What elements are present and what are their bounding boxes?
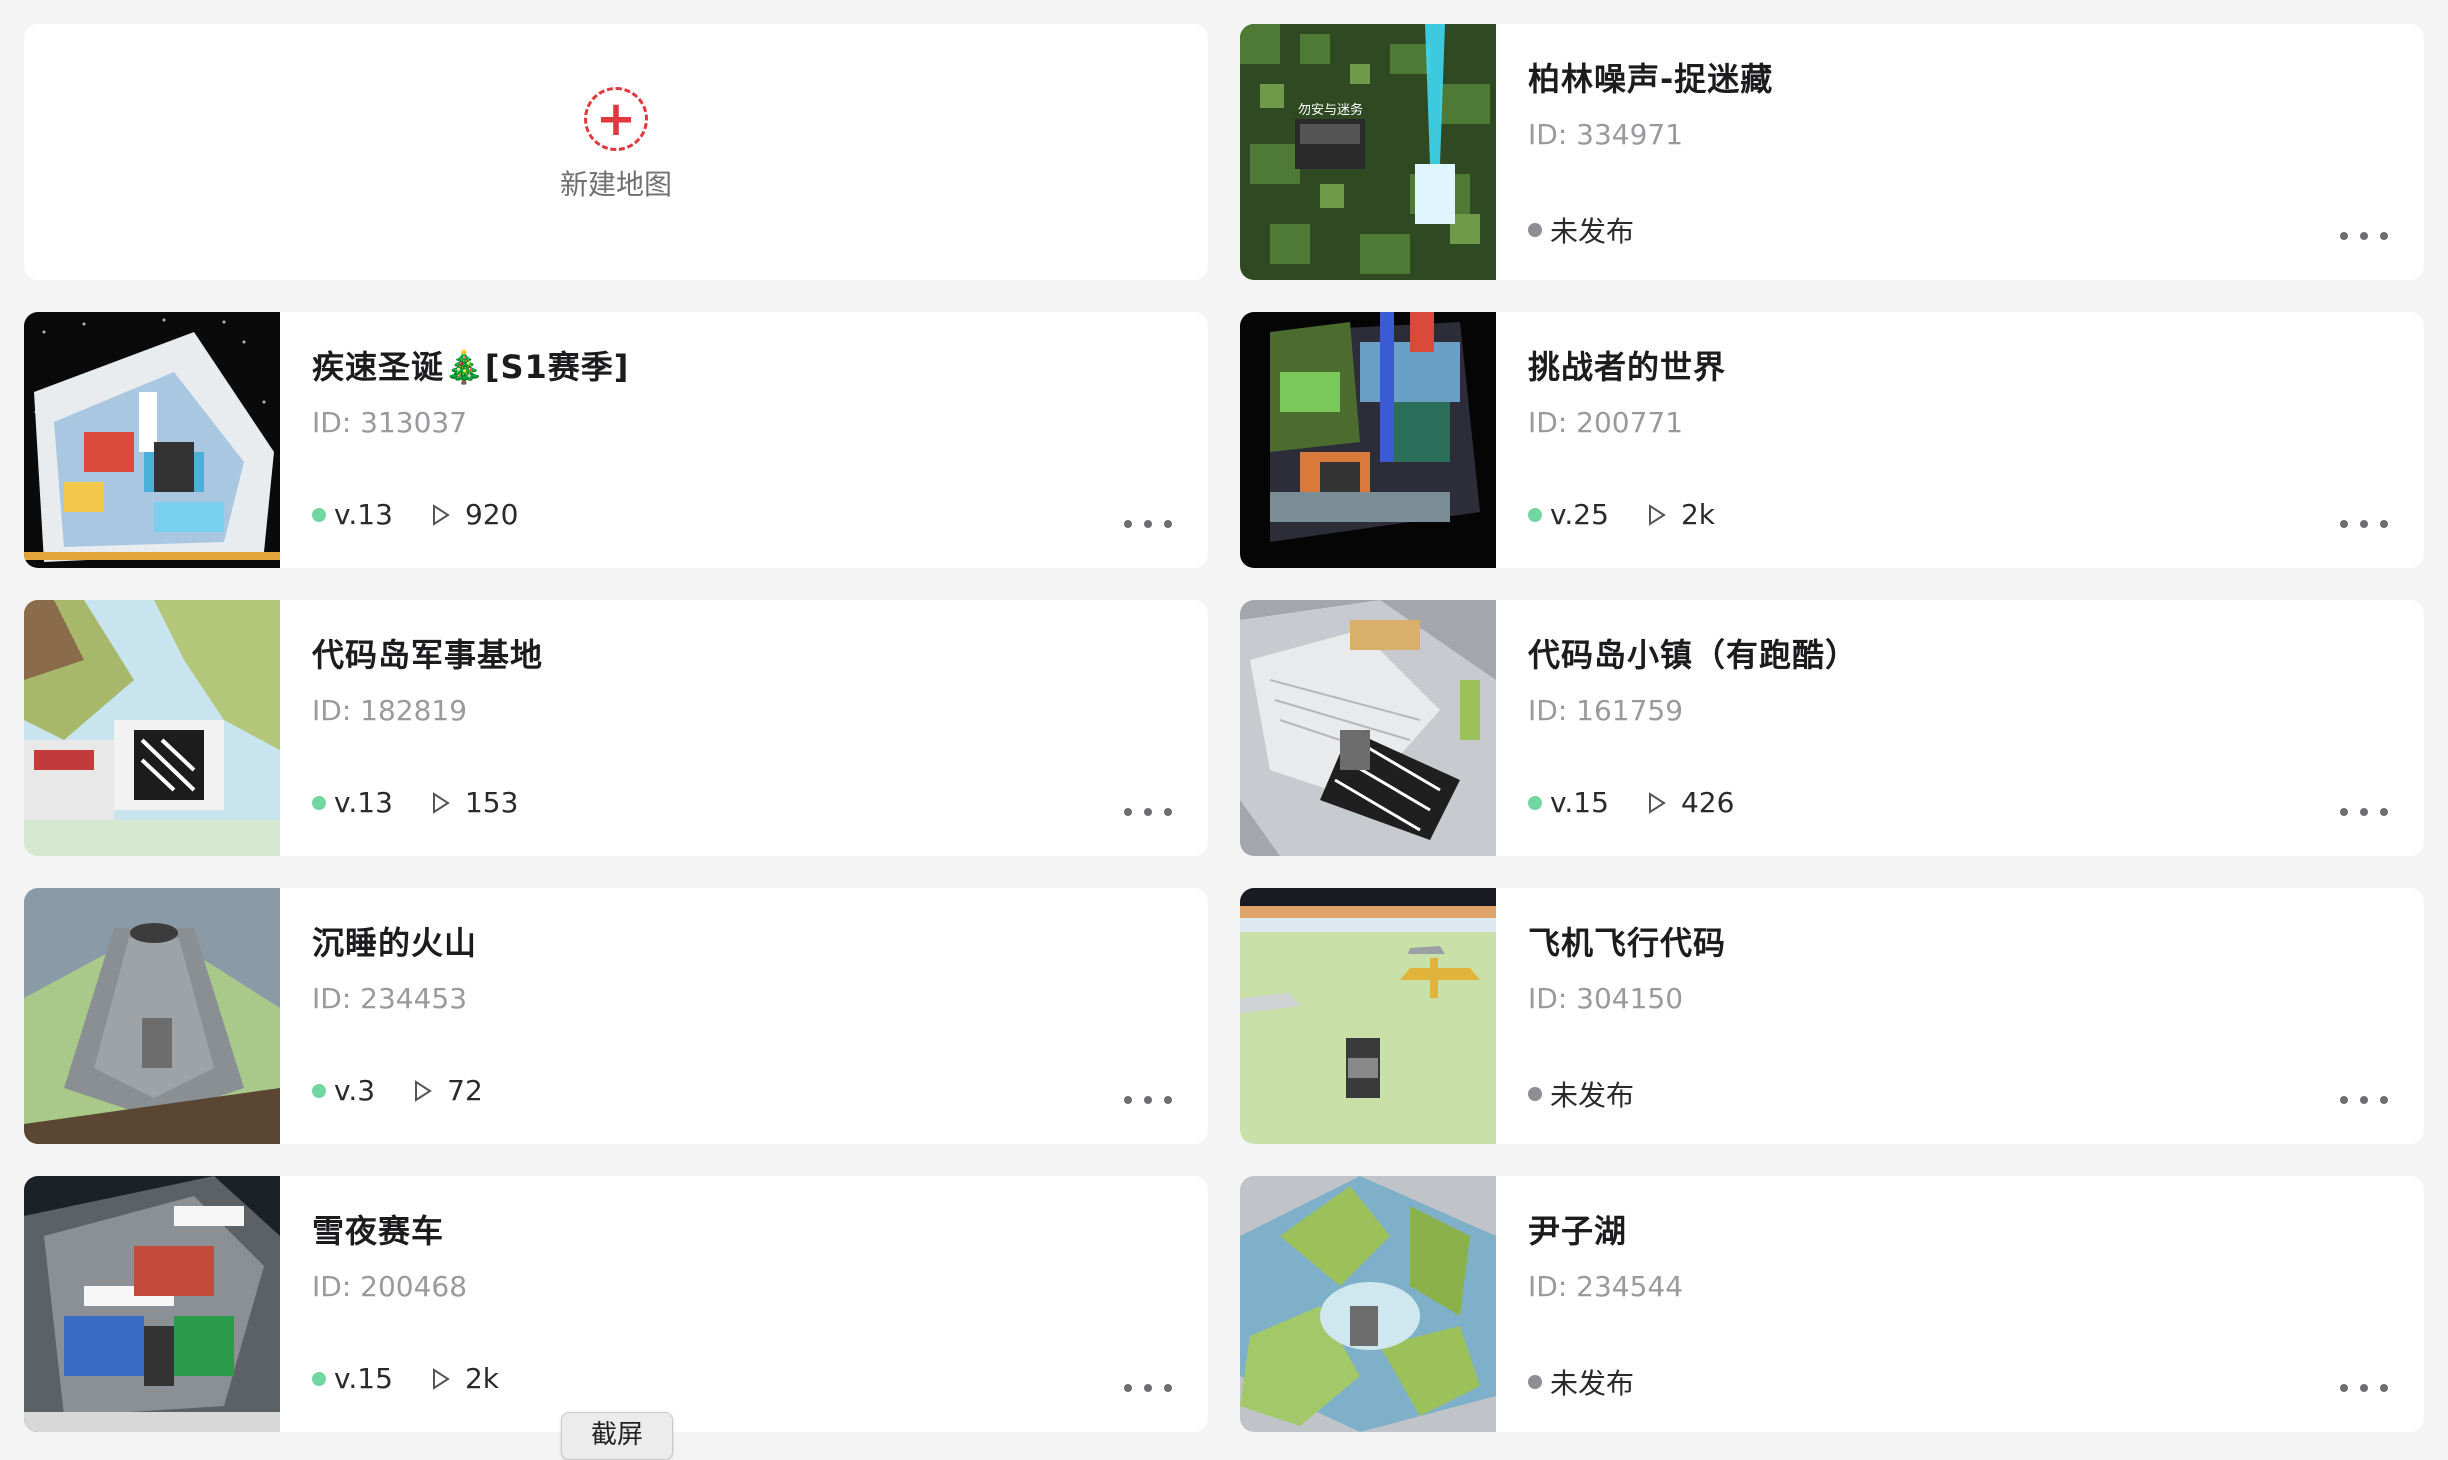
thumb-caption: 勿安与迷务 [1298,102,1363,118]
map-id: ID: 304150 [1528,982,1684,1015]
map-card[interactable]: 疾速圣诞🎄[S1赛季] ID: 313037 v.13 920 [24,312,1208,568]
map-id: ID: 334971 [1528,118,1684,151]
status-label: 未发布 [1550,1079,1635,1112]
play-count: 2k [464,1362,499,1395]
version-label: v.3 [334,1074,376,1107]
play-count: 920 [464,498,519,531]
new-map-card[interactable]: + 新建地图 [24,24,1208,280]
more-options-icon[interactable] [1124,1376,1172,1400]
map-title: 疾速圣诞🎄[S1赛季] [312,348,630,386]
status-dot [312,1371,326,1386]
map-card[interactable]: 雪夜赛车 ID: 200468 v.15 2k [24,1176,1208,1432]
more-options-icon[interactable] [1124,800,1172,824]
map-thumbnail [24,1176,280,1432]
map-title: 尹子湖 [1528,1212,1628,1250]
map-thumbnail [24,888,280,1144]
play-count-icon [415,1079,432,1102]
status-dot [312,507,326,522]
map-card[interactable]: 代码岛小镇（有跑酷） ID: 161759 v.15 426 [1240,600,2424,856]
map-card[interactable]: 代码岛军事基地 ID: 182819 v.13 153 [24,600,1208,856]
status-dot [312,795,326,810]
more-options-icon[interactable] [1124,512,1172,536]
map-title: 沉睡的火山 [312,924,478,962]
map-id: ID: 234453 [312,982,468,1015]
version-label: v.25 [1550,498,1609,531]
map-thumbnail: 勿安与迷务 [1240,24,1496,280]
status-dot [1528,507,1542,522]
more-options-icon[interactable] [2340,800,2388,824]
plus-circle-icon[interactable]: + [584,87,648,151]
map-title: 挑战者的世界 [1528,348,1727,386]
map-title: 雪夜赛车 [312,1212,445,1250]
map-title: 飞机飞行代码 [1528,924,1727,962]
map-thumbnail [1240,888,1496,1144]
more-options-icon[interactable] [2340,1088,2388,1112]
map-title: 代码岛小镇（有跑酷） [1528,636,1859,674]
status-dot [312,1083,326,1098]
map-id: ID: 313037 [312,406,468,439]
map-thumbnail [24,312,280,568]
status-dot [1528,1375,1542,1389]
map-grid: + 新建地图 勿安与迷务 柏林噪声-捉迷藏 ID: 334971 未发布 疾速圣… [24,24,2424,1432]
map-thumbnail [24,600,280,856]
map-title: 柏林噪声-捉迷藏 [1528,60,1774,98]
map-card[interactable]: 挑战者的世界 ID: 200771 v.25 2k [1240,312,2424,568]
play-count-icon [1648,503,1666,526]
status-dot [1528,1087,1542,1101]
map-thumbnail [1240,600,1496,856]
more-options-icon[interactable] [2340,224,2388,248]
map-card[interactable]: 沉睡的火山 ID: 234453 v.3 72 [24,888,1208,1144]
play-count: 153 [464,786,519,819]
map-card[interactable]: 尹子湖 ID: 234544 未发布 [1240,1176,2424,1432]
map-card[interactable]: 飞机飞行代码 ID: 304150 未发布 [1240,888,2424,1144]
screenshot-tooltip: 截屏 [561,1412,673,1460]
play-count-icon [432,1367,450,1390]
more-options-icon[interactable] [1124,1088,1172,1112]
play-count-icon [432,791,450,814]
version-label: v.15 [334,1362,393,1395]
map-id: ID: 200771 [1528,406,1684,439]
version-label: v.15 [1550,786,1609,819]
version-label: v.13 [334,786,393,819]
status-dot [1528,795,1542,810]
map-thumbnail [1240,1176,1496,1432]
play-count: 72 [447,1074,483,1107]
more-options-icon[interactable] [2340,512,2388,536]
play-count: 2k [1680,498,1715,531]
new-map-label: 新建地图 [559,168,672,201]
play-count-icon [1648,791,1666,814]
map-id: ID: 161759 [1528,694,1684,727]
status-dot [1528,223,1542,237]
play-count: 426 [1680,786,1735,819]
map-thumbnail [1240,312,1496,568]
status-label: 未发布 [1550,1367,1635,1400]
status-label: 未发布 [1550,215,1635,248]
map-card[interactable]: 勿安与迷务 柏林噪声-捉迷藏 ID: 334971 未发布 [1240,24,2424,280]
map-id: ID: 234544 [1528,1270,1684,1303]
play-count-icon [432,503,450,526]
map-id: ID: 200468 [312,1270,468,1303]
map-id: ID: 182819 [312,694,468,727]
more-options-icon[interactable] [2340,1376,2388,1400]
map-title: 代码岛军事基地 [312,636,544,674]
version-label: v.13 [334,498,393,531]
